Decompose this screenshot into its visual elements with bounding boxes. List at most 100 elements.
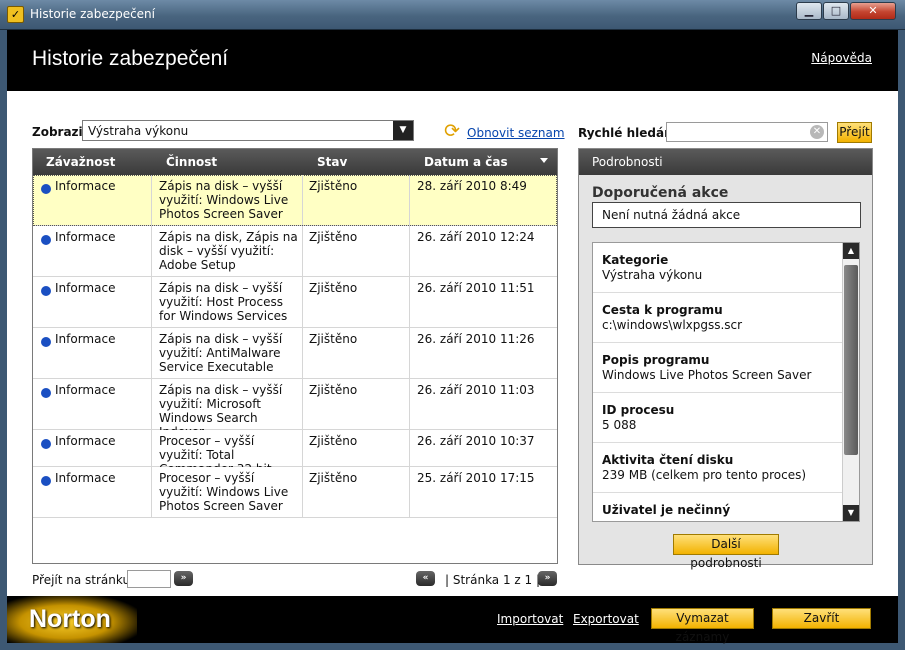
previous-page-button[interactable]: « <box>416 571 435 586</box>
go-button[interactable]: Přejít <box>837 122 872 143</box>
column-header-activity[interactable]: Činnost <box>166 155 217 169</box>
scroll-up-icon[interactable]: ▲ <box>843 243 859 259</box>
row-state: Zjištěno <box>309 281 358 295</box>
recommended-action-title: Doporučená akce <box>592 185 729 201</box>
details-panel: Podrobnosti Doporučená akce Není nutná ž… <box>578 148 873 570</box>
more-details-button[interactable]: Další podrobnosti <box>673 534 779 570</box>
sort-descending-icon <box>540 158 548 163</box>
row-state: Zjištěno <box>309 332 358 346</box>
row-severity: Informace <box>55 434 116 448</box>
row-severity: Informace <box>55 179 116 193</box>
detail-value: 5 088 <box>602 418 637 432</box>
goto-page-button[interactable]: » <box>174 571 193 586</box>
export-link[interactable]: Exportovat <box>573 612 639 626</box>
table-body: Informace Zápis na disk – vyšší využití:… <box>33 175 557 518</box>
row-severity: Informace <box>55 471 116 485</box>
details-list[interactable]: Kategorie Výstraha výkonu Cesta k progra… <box>592 242 860 522</box>
detail-key: Kategorie <box>602 253 669 267</box>
detail-item: Cesta k programu c:\windows\wlxpgss.scr <box>593 293 843 343</box>
row-severity: Informace <box>55 383 116 397</box>
row-state: Zjištěno <box>309 179 358 193</box>
recommended-action-value: Není nutná žádná akce <box>592 202 861 228</box>
detail-value: 239 MB (celkem pro tento proces) <box>602 468 807 482</box>
column-header-datetime[interactable]: Datum a čas <box>424 155 508 169</box>
maximize-button[interactable]: □ <box>823 2 849 20</box>
column-header-state[interactable]: Stav <box>317 155 347 169</box>
table-row[interactable]: Informace Zápis na disk – vyšší využití:… <box>33 379 557 439</box>
table-row[interactable]: Informace Zápis na disk, Zápis na disk –… <box>33 226 557 277</box>
scroll-thumb[interactable] <box>844 265 858 455</box>
detail-key: Aktivita čtení disku <box>602 453 734 467</box>
goto-page-label: Přejít na stránku: <box>32 573 135 587</box>
row-activity: Zápis na disk – vyšší využití: AntiMalwa… <box>159 332 283 374</box>
info-dot-icon <box>41 235 51 245</box>
scroll-down-icon[interactable]: ▼ <box>843 505 859 521</box>
goto-page-input[interactable] <box>127 570 171 588</box>
detail-value: Výstraha výkonu <box>602 268 703 282</box>
table-row[interactable]: Informace Zápis na disk – vyšší využití:… <box>33 277 557 328</box>
help-link[interactable]: Nápověda <box>811 51 872 65</box>
show-label: Zobrazit <box>32 125 89 139</box>
window-title: Historie zabezpečení <box>30 7 155 21</box>
detail-item: ID procesu 5 088 <box>593 393 843 443</box>
info-dot-icon <box>41 337 51 347</box>
row-datetime: 28. září 2010 8:49 <box>417 179 527 193</box>
chevron-down-icon[interactable]: ▼ <box>393 121 413 140</box>
norton-app-icon: ✓ <box>7 6 24 23</box>
info-dot-icon <box>41 439 51 449</box>
history-table[interactable]: Závažnost Činnost Stav Datum a čas Infor… <box>32 148 558 564</box>
show-filter-select[interactable]: Výstraha výkonu ▼ <box>82 120 414 141</box>
clear-records-button[interactable]: Vymazat záznamy <box>651 608 754 644</box>
details-title: Podrobnosti <box>579 149 872 175</box>
minimize-button[interactable]: ▁ <box>796 2 822 20</box>
table-row[interactable]: Informace Zápis na disk – vyšší využití:… <box>33 328 557 379</box>
table-row[interactable]: Informace Procesor – vyšší využití: Wind… <box>33 467 557 518</box>
detail-item: Uživatel je nečinný <box>593 493 843 521</box>
detail-value: Windows Live Photos Screen Saver <box>602 368 812 382</box>
row-state: Zjištěno <box>309 230 358 244</box>
column-header-severity[interactable]: Závažnost <box>46 155 115 169</box>
window-frame-left <box>0 30 7 650</box>
row-activity: Zápis na disk – vyšší využití: Windows L… <box>159 179 289 221</box>
row-state: Zjištěno <box>309 383 358 397</box>
row-activity: Procesor – vyšší využití: Windows Live P… <box>159 471 289 513</box>
detail-value: c:\windows\wlxpgss.scr <box>602 318 743 332</box>
details-scrollbar[interactable]: ▲ ▼ <box>842 243 859 521</box>
detail-key: ID procesu <box>602 403 675 417</box>
row-datetime: 26. září 2010 11:03 <box>417 383 535 397</box>
show-filter-value: Výstraha výkonu <box>88 124 189 138</box>
next-page-button[interactable]: » <box>538 571 557 586</box>
detail-key: Uživatel je nečinný <box>602 503 731 517</box>
row-state: Zjištěno <box>309 471 358 485</box>
quick-search-input[interactable]: ✕ <box>666 122 828 142</box>
clear-search-icon[interactable]: ✕ <box>810 125 824 139</box>
refresh-icon[interactable]: ⟳ <box>441 120 463 142</box>
row-datetime: 26. září 2010 10:37 <box>417 434 535 448</box>
table-row[interactable]: Informace Procesor – vyšší využití: Tota… <box>33 430 557 476</box>
row-activity: Zápis na disk – vyšší využití: Host Proc… <box>159 281 288 323</box>
row-datetime: 25. září 2010 17:15 <box>417 471 535 485</box>
row-datetime: 26. září 2010 11:51 <box>417 281 535 295</box>
table-row[interactable]: Informace Zápis na disk – vyšší využití:… <box>33 175 557 226</box>
window-frame-bottom <box>0 643 905 650</box>
window-titlebar[interactable]: ✓ Historie zabezpečení ▁ □ ✕ <box>0 0 905 30</box>
import-link[interactable]: Importovat <box>497 612 563 626</box>
row-datetime: 26. září 2010 11:26 <box>417 332 535 346</box>
row-severity: Informace <box>55 281 116 295</box>
info-dot-icon <box>41 184 51 194</box>
detail-item: Kategorie Výstraha výkonu <box>593 243 843 293</box>
detail-item: Aktivita čtení disku 239 MB (celkem pro … <box>593 443 843 493</box>
close-window-button[interactable]: ✕ <box>850 2 896 20</box>
row-datetime: 26. září 2010 12:24 <box>417 230 535 244</box>
window-frame-right <box>898 30 905 650</box>
refresh-list-link[interactable]: Obnovit seznam <box>467 126 565 140</box>
detail-key: Popis programu <box>602 353 710 367</box>
page-title: Historie zabezpečení <box>32 47 229 70</box>
detail-item: Popis programu Windows Live Photos Scree… <box>593 343 843 393</box>
page-info: | Stránka 1 z 1 | <box>445 573 541 587</box>
page-footer: Norton Importovat Exportovat Vymazat záz… <box>7 596 898 644</box>
row-severity: Informace <box>55 332 116 346</box>
row-activity: Zápis na disk, Zápis na disk – vyšší vyu… <box>159 230 298 272</box>
close-button[interactable]: Zavřít <box>772 608 871 629</box>
info-dot-icon <box>41 286 51 296</box>
